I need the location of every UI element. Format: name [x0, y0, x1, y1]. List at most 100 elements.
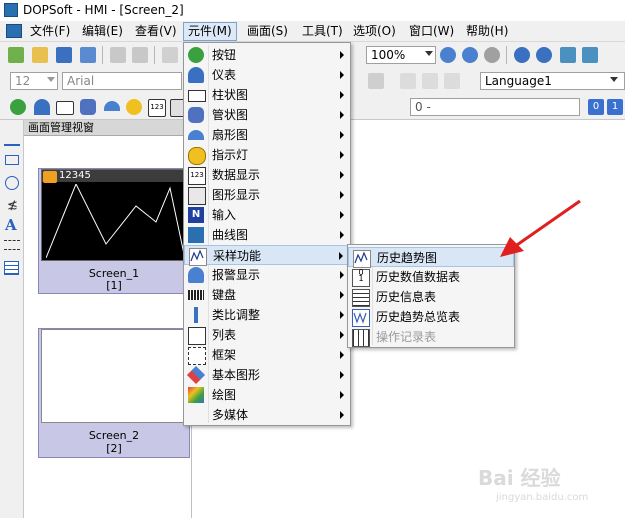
- trend-preview-chart: [46, 184, 184, 258]
- underline-icon[interactable]: [444, 73, 460, 89]
- menu-item-input[interactable]: N 输入: [184, 205, 350, 225]
- menu-item-multimedia[interactable]: 多媒体: [184, 405, 350, 425]
- menu-item-curve-graph[interactable]: 曲线图: [184, 225, 350, 245]
- new-icon[interactable]: [8, 47, 24, 63]
- language-value: Language1: [485, 74, 552, 88]
- pen-icon[interactable]: [4, 130, 20, 146]
- pipe-element-icon[interactable]: [80, 99, 96, 115]
- state-1-button[interactable]: 1: [607, 99, 623, 115]
- alarm-icon: [188, 267, 204, 283]
- open-icon[interactable]: [32, 47, 48, 63]
- screen-thumbnail-2[interactable]: Screen_2 [2]: [38, 328, 190, 458]
- menu-item-data-display[interactable]: 123 数据显示: [184, 165, 350, 185]
- font-name-value: Arial: [67, 74, 95, 88]
- curve-graph-icon: [188, 227, 204, 243]
- keyboard-icon: [188, 290, 204, 300]
- menu-item-graphic-display[interactable]: 图形显示: [184, 185, 350, 205]
- pie-graph-icon: [188, 130, 204, 140]
- menu-item-frame[interactable]: 框架: [184, 345, 350, 365]
- menu-item-bar-graph[interactable]: 柱状图: [184, 85, 350, 105]
- analog-adjust-icon: [194, 307, 198, 323]
- menu-window[interactable]: 窗口(W): [405, 23, 458, 40]
- history-data-table-icon: 01: [352, 269, 370, 287]
- circle-icon[interactable]: [5, 176, 19, 190]
- data-display-icon: 123: [188, 167, 206, 185]
- menu-item-pie-graph[interactable]: 扇形图: [184, 125, 350, 145]
- run-icon[interactable]: [560, 47, 576, 63]
- screen-thumbnail-1[interactable]: 12345 Screen_1 [1]: [38, 168, 190, 294]
- menu-element[interactable]: 元件(M): [183, 22, 237, 41]
- zoom-fit-icon[interactable]: [484, 47, 500, 63]
- home-icon: [43, 171, 57, 183]
- meter-element-icon[interactable]: [34, 99, 50, 115]
- screen-2-index: [2]: [106, 442, 122, 455]
- state-0-button[interactable]: 0: [588, 99, 604, 115]
- cut-icon[interactable]: [162, 47, 178, 63]
- menu-item-pipe-graph[interactable]: 管状图: [184, 105, 350, 125]
- menu-item-meter[interactable]: 仪表: [184, 65, 350, 85]
- table-icon[interactable]: [4, 261, 19, 275]
- menu-item-list[interactable]: 列表: [184, 325, 350, 345]
- rotate-right-icon[interactable]: [536, 47, 552, 63]
- italic-icon[interactable]: [422, 73, 438, 89]
- submenu-item-history-trend-overview[interactable]: 历史趋势总览表: [348, 307, 514, 327]
- menu-tools[interactable]: 工具(T): [298, 23, 347, 40]
- polyline-icon[interactable]: ≴: [7, 198, 18, 213]
- button-element-icon[interactable]: [10, 99, 26, 115]
- menu-item-basic-shape[interactable]: 基本图形: [184, 365, 350, 385]
- menu-item-alarm[interactable]: 报警显示: [184, 265, 350, 285]
- menu-item-indicator-lamp[interactable]: 指示灯: [184, 145, 350, 165]
- text-tool-icon[interactable]: A: [5, 216, 17, 234]
- system-menu-icon[interactable]: [6, 24, 22, 38]
- graphic-display-icon: [188, 187, 206, 205]
- font-size-select[interactable]: 12: [10, 72, 58, 90]
- scale-icon[interactable]: [4, 240, 20, 250]
- lamp-element-icon[interactable]: [126, 99, 142, 115]
- rectangle-icon[interactable]: [5, 155, 19, 165]
- address-field[interactable]: 0 -: [410, 98, 580, 116]
- submenu-item-history-info[interactable]: 历史信息表: [348, 287, 514, 307]
- menu-item-button[interactable]: 按钮: [184, 45, 350, 65]
- menu-item-analog-adjust[interactable]: 类比调整: [184, 305, 350, 325]
- bar-element-icon[interactable]: [56, 101, 74, 115]
- language-select[interactable]: Language1: [480, 72, 625, 90]
- menu-item-drawing[interactable]: 绘图: [184, 385, 350, 405]
- submenu-item-history-data-table[interactable]: 01 历史数值数据表: [348, 267, 514, 287]
- watermark-logo: Bai 经验: [478, 466, 561, 490]
- sampling-icon: [189, 248, 207, 266]
- menu-screen[interactable]: 画面(S): [243, 23, 292, 40]
- screen-manager-title: 画面管理视窗: [24, 120, 192, 136]
- zoom-select[interactable]: 100%: [366, 46, 436, 64]
- save-icon[interactable]: [56, 47, 72, 63]
- menu-item-sampling[interactable]: 采样功能: [184, 245, 350, 266]
- menu-options[interactable]: 选项(O): [349, 23, 400, 40]
- basic-shape-icon: [186, 365, 206, 385]
- history-info-icon: [352, 289, 370, 307]
- menu-view[interactable]: 查看(V): [131, 23, 181, 40]
- zoom-out-icon[interactable]: [462, 47, 478, 63]
- window-title: DOPSoft - HMI - [Screen_2]: [23, 3, 184, 17]
- font-name-select[interactable]: Arial: [62, 72, 182, 90]
- pie-element-icon[interactable]: [104, 101, 120, 111]
- zoom-in-icon[interactable]: [440, 47, 456, 63]
- font-color-icon[interactable]: [368, 73, 384, 89]
- rotate-left-icon[interactable]: [514, 47, 530, 63]
- history-trend-overview-icon: [352, 309, 370, 327]
- annotation-arrow: [500, 199, 581, 257]
- menu-item-keyboard[interactable]: 键盘: [184, 285, 350, 305]
- screen-2-name: Screen_2: [88, 429, 140, 442]
- submenu-item-operation-log: 操作记录表: [348, 327, 514, 347]
- undo-icon[interactable]: [110, 47, 126, 63]
- menu-edit[interactable]: 编辑(E): [78, 23, 127, 40]
- bold-icon[interactable]: [400, 73, 416, 89]
- menu-file[interactable]: 文件(F): [26, 23, 74, 40]
- font-size-value: 12: [15, 74, 31, 88]
- numeric-element-icon[interactable]: 123: [148, 99, 166, 117]
- element-menu: 按钮 仪表 柱状图 管状图 扇形图 指示灯 123 数据显示 图形显示 N 输入…: [183, 42, 351, 426]
- compile-icon[interactable]: [582, 47, 598, 63]
- history-trend-icon: [353, 250, 371, 268]
- redo-icon[interactable]: [132, 47, 148, 63]
- drawing-icon: [188, 387, 204, 403]
- menu-help[interactable]: 帮助(H): [462, 23, 512, 40]
- export-icon[interactable]: [80, 47, 96, 63]
